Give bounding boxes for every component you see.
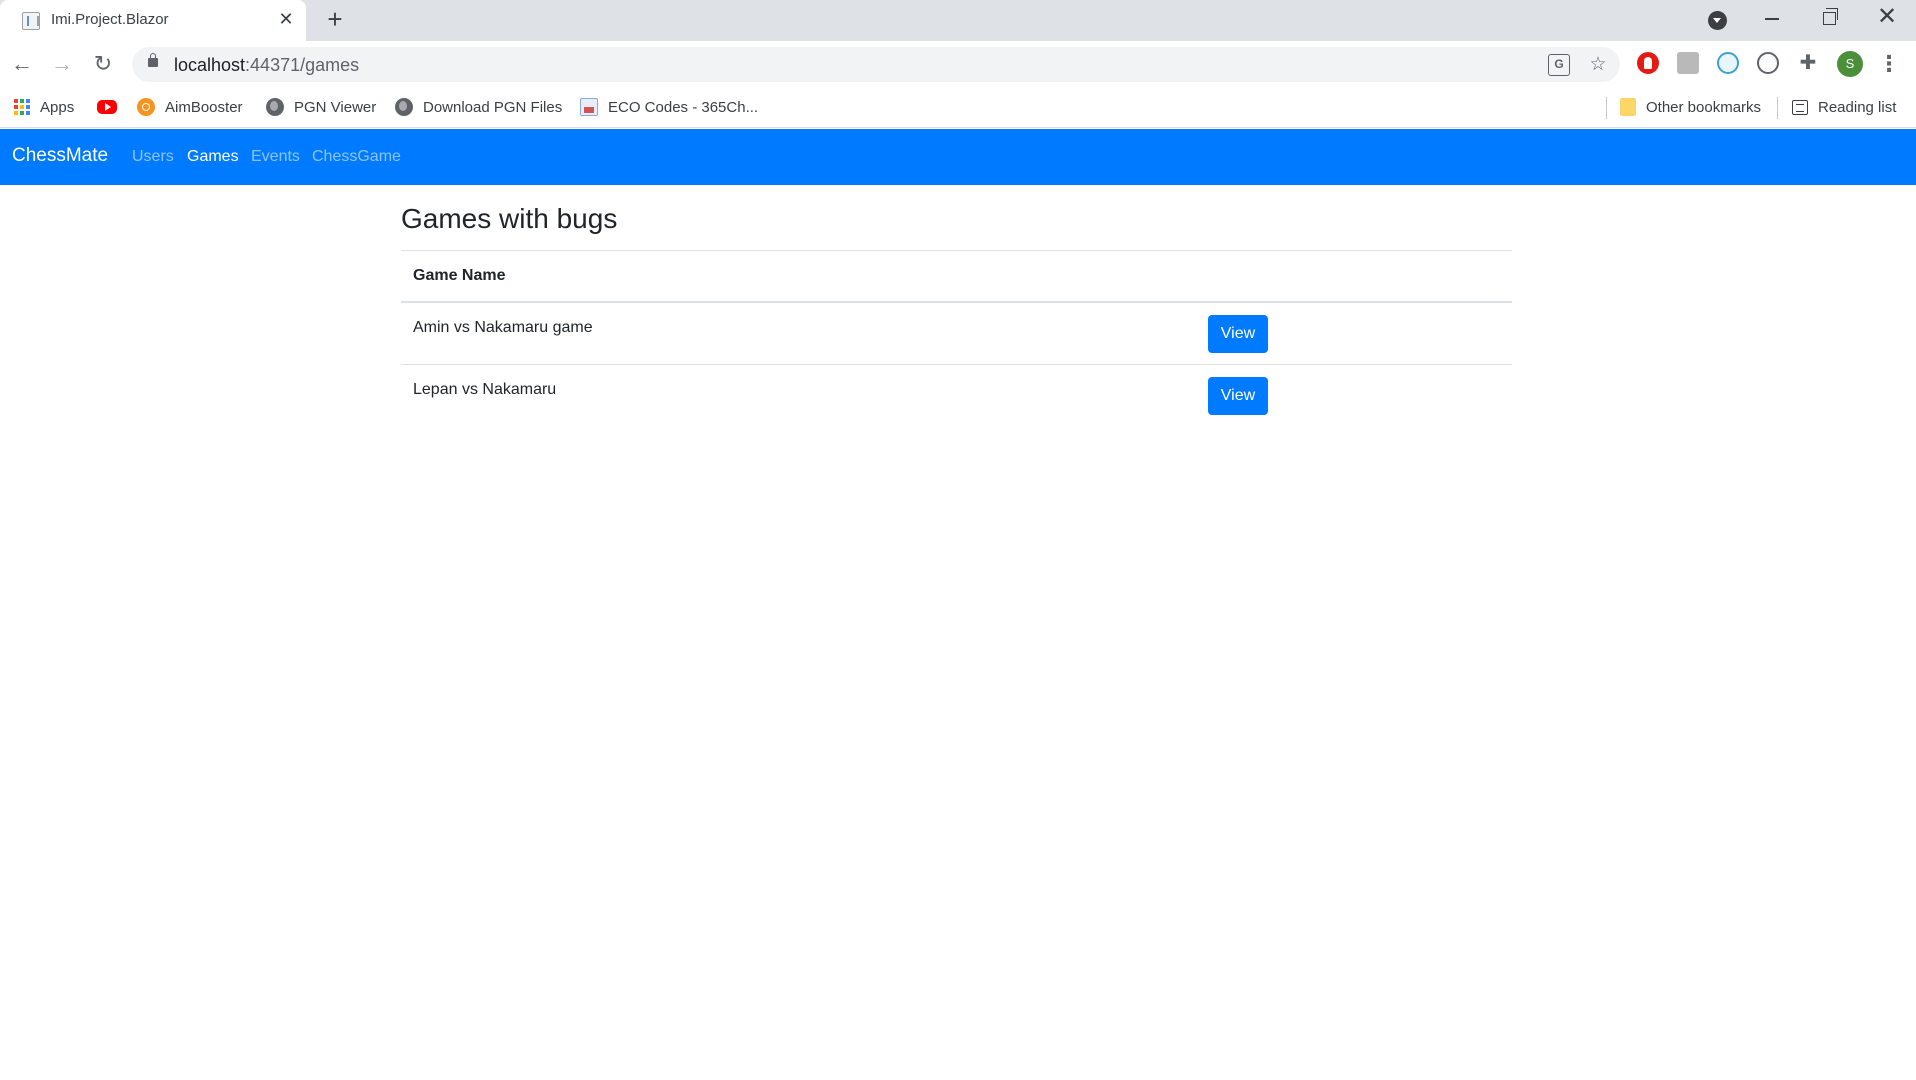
- lock-icon[interactable]: [148, 53, 158, 67]
- bookmark-star-icon[interactable]: ☆: [1587, 54, 1609, 76]
- react-devtools-icon[interactable]: [1717, 52, 1739, 74]
- browser-tabstrip: Imi.Project.Blazor ✕ + ✕: [0, 0, 1916, 41]
- game-name-cell: Lepan vs Nakamaru: [413, 381, 557, 398]
- game-name-cell: Amin vs Nakamaru game: [401, 301, 1194, 365]
- address-bar[interactable]: localhost:44371/games G ☆: [132, 47, 1620, 82]
- reload-icon[interactable]: ↻: [89, 50, 117, 78]
- url-host: localhost: [174, 55, 246, 75]
- aimbooster-icon: [137, 98, 155, 116]
- nav-link-games[interactable]: Games: [187, 148, 239, 166]
- adblock-extension-icon[interactable]: [1637, 52, 1659, 74]
- action-cell: View: [1194, 365, 1512, 428]
- bookmark-label: AimBooster: [165, 98, 243, 116]
- bookmark-label: Download PGN Files: [423, 98, 563, 116]
- bookmarks-bar: Apps AimBooster PGN Viewer Download PGN …: [0, 87, 1916, 128]
- bookmark-aimbooster[interactable]: AimBooster: [137, 94, 243, 120]
- view-button[interactable]: View: [1208, 377, 1268, 415]
- url-path: :44371/games: [245, 55, 360, 75]
- profile-avatar[interactable]: S: [1837, 51, 1863, 77]
- tab-close-icon[interactable]: ✕: [276, 9, 296, 29]
- globe-icon: [266, 98, 284, 116]
- extensions-puzzle-icon[interactable]: ✚: [1797, 52, 1819, 74]
- youtube-icon: [97, 100, 117, 114]
- apps-grid-icon: [14, 99, 30, 115]
- forward-icon[interactable]: →: [48, 50, 76, 78]
- bookmark-label: Other bookmarks: [1646, 98, 1762, 116]
- extension-icon[interactable]: [1677, 52, 1699, 74]
- action-cell: View: [1194, 301, 1512, 365]
- bookmark-apps[interactable]: Apps: [14, 94, 74, 120]
- folder-icon: [1620, 98, 1636, 116]
- restore-icon[interactable]: [1823, 8, 1838, 25]
- page-favicon-icon: [22, 12, 40, 30]
- browser-menu-icon[interactable]: ⋮: [1878, 50, 1900, 78]
- globe-icon: [395, 98, 413, 116]
- view-button[interactable]: View: [1208, 314, 1268, 353]
- bookmark-label: PGN Viewer: [294, 98, 377, 116]
- page-title: Games with bugs: [401, 203, 618, 234]
- table-header-row: Game Name: [401, 250, 1512, 303]
- new-tab-icon[interactable]: +: [322, 6, 348, 33]
- bookmark-youtube[interactable]: [97, 94, 127, 120]
- table-row: Amin vs Nakamaru game View: [401, 301, 1512, 365]
- bookmark-pgn-viewer[interactable]: PGN Viewer: [266, 94, 376, 120]
- minimize-icon[interactable]: [1765, 18, 1779, 20]
- column-header-actions: [1194, 250, 1512, 303]
- brand-link[interactable]: ChessMate: [12, 145, 108, 167]
- browser-tab[interactable]: Imi.Project.Blazor ✕: [0, 0, 306, 41]
- url-text[interactable]: localhost:44371/games: [174, 55, 359, 76]
- table-row: Lepan vs Nakamaru View: [401, 365, 1512, 428]
- bookmark-download-pgn[interactable]: Download PGN Files: [395, 94, 562, 120]
- games-table: Game Name Amin vs Nakamaru game View Lep…: [401, 250, 1512, 428]
- bookmark-label: Apps: [40, 98, 75, 116]
- tab-title: Imi.Project.Blazor: [51, 11, 169, 28]
- extension-ring-icon[interactable]: [1757, 52, 1779, 74]
- column-header-game-name: Game Name: [401, 250, 1194, 303]
- bookmark-eco-codes[interactable]: ECO Codes - 365Ch...: [580, 94, 758, 120]
- bookmark-other-bookmarks[interactable]: Other bookmarks: [1620, 94, 1761, 120]
- translate-icon[interactable]: G: [1548, 54, 1570, 76]
- app-navbar: ChessMate Users Games Events ChessGame: [0, 129, 1916, 185]
- reading-list-icon: [1792, 99, 1808, 115]
- window-close-icon[interactable]: ✕: [1876, 5, 1898, 29]
- reading-list-label: Reading list: [1818, 98, 1897, 116]
- nav-link-events[interactable]: Events: [251, 148, 300, 166]
- bookmarks-divider: [1606, 97, 1607, 119]
- reading-list-button[interactable]: Reading list: [1792, 94, 1896, 120]
- tab-search-icon[interactable]: [1708, 11, 1727, 30]
- nav-link-chessgame[interactable]: ChessGame: [312, 148, 401, 166]
- browser-toolbar: ← → ↻ localhost:44371/games G ☆ ✚ S ⋮: [0, 41, 1916, 87]
- eco-icon: [580, 98, 598, 116]
- back-icon[interactable]: ←: [8, 50, 36, 78]
- nav-link-users[interactable]: Users: [132, 148, 174, 166]
- bookmark-label: ECO Codes - 365Ch...: [608, 98, 759, 116]
- bookmarks-divider: [1777, 97, 1778, 119]
